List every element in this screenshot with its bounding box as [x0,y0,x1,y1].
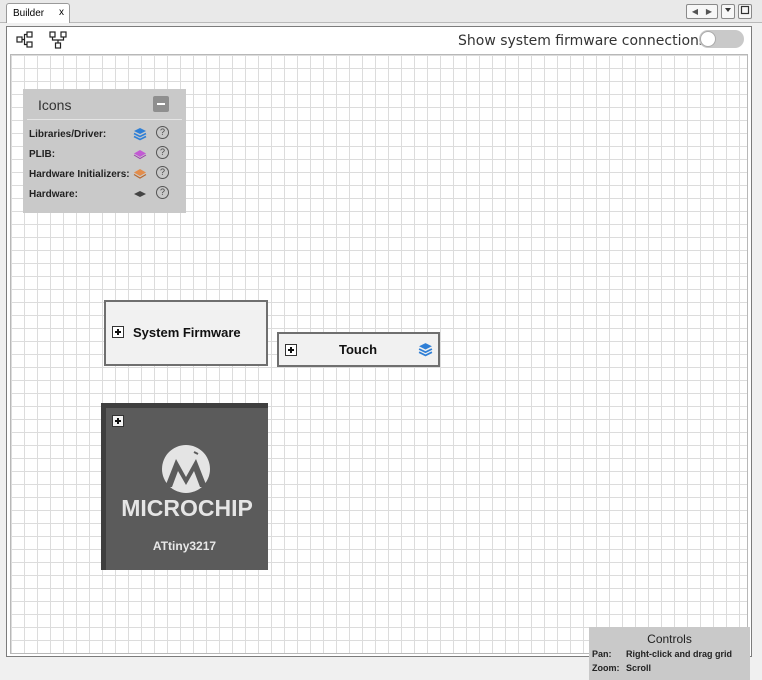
tab-prev-icon[interactable]: ◀ [688,5,702,18]
legend-row-label: Hardware: [29,189,78,200]
hierarchy-horizontal-icon [16,31,33,48]
legend-header: Icons [23,89,186,119]
system-firmware-toggle-label: Show system firmware connections [458,33,707,49]
attiny3217-chip-node[interactable]: MICROCHIP ATtiny3217 [101,403,268,570]
legend-divider [27,119,182,120]
legend-row-label: Hardware Initializers: [29,169,130,180]
help-icon[interactable]: ? [156,126,169,139]
maximize-icon [740,5,750,15]
hardware-layer-icon [134,191,146,197]
tree-layout-horizontal-button[interactable] [15,30,35,50]
builder-toolbar: Show system firmware connections [7,27,751,54]
legend-collapse-button[interactable] [153,96,169,112]
pan-key: Pan: [592,649,612,659]
legend-row-libraries: Libraries/Driver: ? [23,124,186,144]
legend-row-label: Libraries/Driver: [29,129,107,140]
help-icon[interactable]: ? [156,186,169,199]
minimize-button[interactable] [721,4,735,19]
tab-label: Builder [13,8,45,19]
stack-layers-icon [418,343,433,357]
toggle-knob [700,31,716,47]
legend-row-label: PLIB: [29,149,56,160]
help-icon[interactable]: ? [156,166,169,179]
tab-strip: Builder x ◀ ▶ [0,0,762,23]
expand-plus-icon[interactable] [112,326,124,338]
expand-plus-icon[interactable] [285,344,297,356]
hierarchy-vertical-icon [49,31,67,49]
plib-layer-icon [133,150,147,160]
touch-node[interactable]: Touch [277,332,440,367]
microchip-logo-icon [162,445,210,493]
pan-value: Right-click and drag grid [626,649,733,659]
touch-title: Touch [339,342,378,357]
system-firmware-title: System Firmware [133,325,241,340]
legend-row-hardware-initializers: Hardware Initializers: ? [23,164,186,184]
chip-edge [101,403,268,408]
zoom-value: Scroll [626,663,652,673]
tree-layout-vertical-button[interactable] [48,30,68,50]
expand-plus-icon[interactable] [112,415,124,427]
chip-brand-name: MICROCHIP [121,495,253,521]
legend-title: Icons [38,97,72,113]
legend-row-plib: PLIB: ? [23,144,186,164]
controls-panel: Controls Pan: Right-click and drag grid Z… [589,627,750,680]
zoom-key: Zoom: [592,663,620,673]
stack-layers-icon [133,128,147,141]
controls-zoom-row: Zoom: Scroll [592,663,651,673]
builder-grid[interactable]: Icons Libraries/Driver: ? PLIB: ? Hardwa… [10,54,750,680]
chip-part-number: ATtiny3217 [152,539,217,553]
system-firmware-node[interactable]: System Firmware [104,300,268,366]
tab-close-icon[interactable]: x [59,7,64,18]
maximize-button[interactable] [738,4,752,19]
chevron-down-icon [725,8,731,12]
tab-navigation: ◀ ▶ [686,4,718,19]
icons-legend: Icons Libraries/Driver: ? PLIB: ? Hardwa… [23,89,186,213]
tab-builder[interactable]: Builder x [6,3,70,23]
hardware-initializer-layer-icon [133,169,147,179]
tab-next-icon[interactable]: ▶ [702,5,716,18]
system-firmware-connections-toggle[interactable] [699,30,744,48]
builder-canvas-frame: Show system firmware connections Icons L… [6,26,752,680]
controls-pan-row: Pan: Right-click and drag grid [592,649,732,659]
legend-row-hardware: Hardware: ? [23,184,186,204]
help-icon[interactable]: ? [156,146,169,159]
controls-title: Controls [647,632,692,646]
